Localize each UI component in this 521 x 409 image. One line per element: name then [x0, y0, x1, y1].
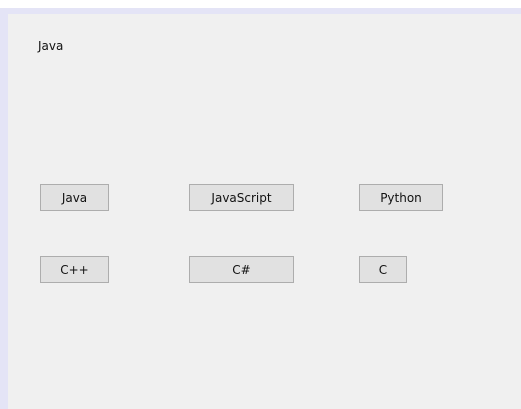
c-button[interactable]: C: [359, 256, 407, 283]
python-button[interactable]: Python: [359, 184, 443, 211]
javascript-button[interactable]: JavaScript: [189, 184, 294, 211]
java-button[interactable]: Java: [40, 184, 109, 211]
cpp-button[interactable]: C++: [40, 256, 109, 283]
app-window: Java Java JavaScript Python C++ C# C: [0, 8, 521, 409]
csharp-button[interactable]: C#: [189, 256, 294, 283]
selected-language-label: Java: [38, 39, 64, 53]
